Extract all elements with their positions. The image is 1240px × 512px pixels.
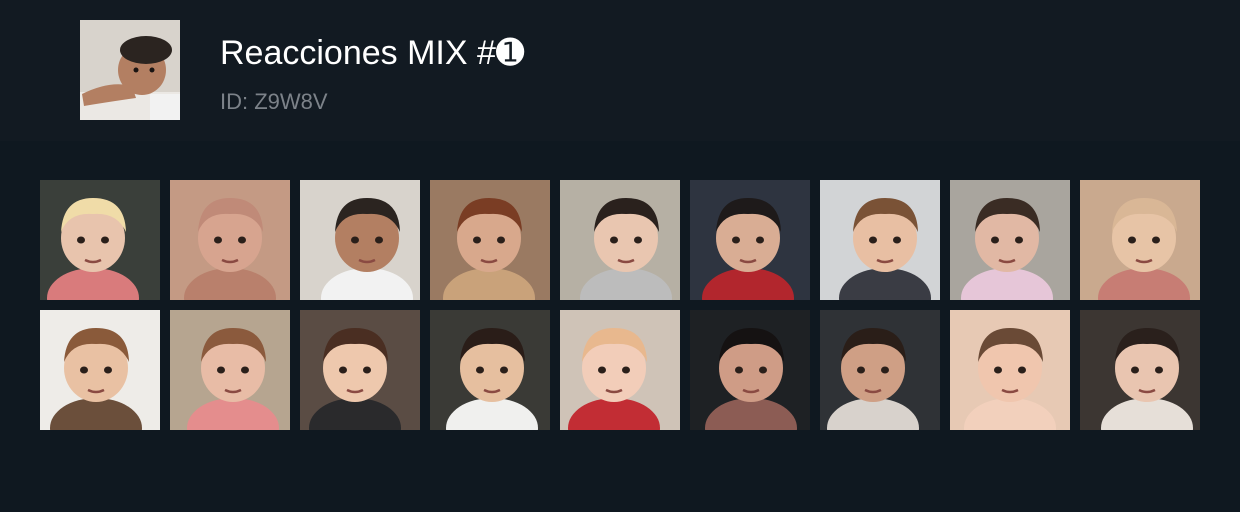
baby-face-sticker-icon: [80, 20, 180, 120]
baby-sticker-icon: [430, 310, 550, 430]
sticker-tile[interactable]: [170, 310, 290, 430]
baby-sticker-icon: [40, 180, 160, 300]
pack-cover-thumbnail[interactable]: [80, 20, 180, 120]
sticker-grid: [40, 180, 1200, 430]
baby-sticker-icon: [300, 180, 420, 300]
sticker-tile[interactable]: [820, 310, 940, 430]
baby-sticker-icon: [300, 310, 420, 430]
sticker-tile[interactable]: [690, 180, 810, 300]
sticker-tile[interactable]: [40, 310, 160, 430]
sticker-tile[interactable]: [1080, 310, 1200, 430]
pack-id: ID: Z9W8V: [220, 89, 328, 114]
sticker-tile[interactable]: [690, 310, 810, 430]
sticker-tile[interactable]: [560, 180, 680, 300]
sticker-tile[interactable]: [300, 180, 420, 300]
baby-sticker-icon: [40, 310, 160, 430]
sticker-tile[interactable]: [40, 180, 160, 300]
baby-sticker-icon: [690, 310, 810, 430]
sticker-tile[interactable]: [560, 310, 680, 430]
baby-sticker-icon: [1080, 310, 1200, 430]
baby-sticker-icon: [690, 180, 810, 300]
baby-sticker-icon: [1080, 180, 1200, 300]
sticker-tile[interactable]: [1080, 180, 1200, 300]
pack-title: Reacciones MIX #➊: [220, 34, 525, 72]
baby-sticker-icon: [950, 310, 1070, 430]
pack-header: Reacciones MIX #➊ ID: Z9W8V: [0, 0, 1240, 141]
sticker-tile[interactable]: [950, 180, 1070, 300]
sticker-tile[interactable]: [430, 310, 550, 430]
baby-sticker-icon: [560, 310, 680, 430]
baby-sticker-icon: [170, 180, 290, 300]
sticker-tile[interactable]: [170, 180, 290, 300]
baby-sticker-icon: [950, 180, 1070, 300]
baby-sticker-icon: [820, 180, 940, 300]
baby-sticker-icon: [170, 310, 290, 430]
sticker-tile[interactable]: [950, 310, 1070, 430]
baby-sticker-icon: [820, 310, 940, 430]
sticker-tile[interactable]: [300, 310, 420, 430]
baby-sticker-icon: [560, 180, 680, 300]
baby-sticker-icon: [430, 180, 550, 300]
sticker-tile[interactable]: [430, 180, 550, 300]
sticker-tile[interactable]: [820, 180, 940, 300]
